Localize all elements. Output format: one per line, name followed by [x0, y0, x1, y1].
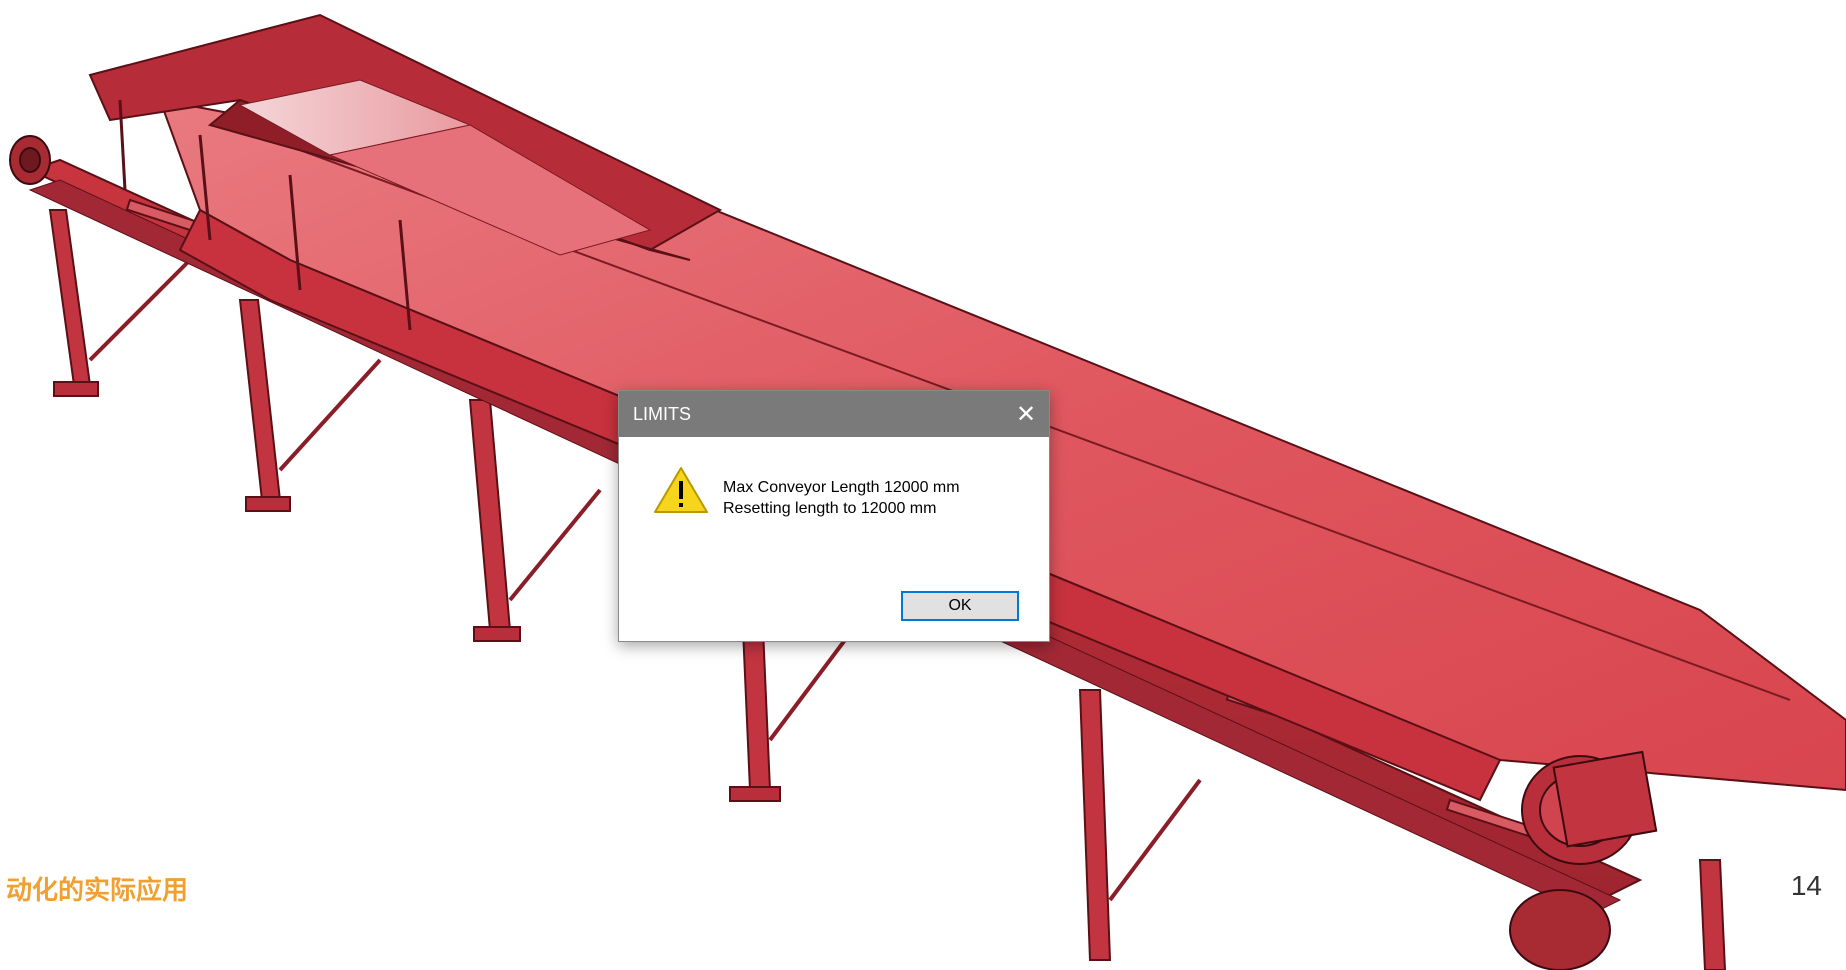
dialog-message: Max Conveyor Length 12000 mm Resetting l…: [723, 477, 960, 519]
dialog-body: Max Conveyor Length 12000 mm Resetting l…: [619, 437, 1047, 587]
close-icon: ✕: [1015, 400, 1037, 428]
warning-icon: [654, 467, 708, 513]
message-line-1: Max Conveyor Length 12000 mm: [723, 479, 960, 496]
close-button[interactable]: ✕: [1003, 391, 1049, 437]
limits-dialog: LIMITS ✕ Max Conveyor Length 12000 mm Re…: [618, 390, 1050, 642]
tail-pulley: [9, 135, 51, 185]
footer-caption: 动化的实际应用: [6, 876, 189, 906]
page-number: 14: [1790, 870, 1822, 901]
dialog-title: LIMITS: [633, 403, 692, 424]
message-line-2: Resetting length to 12000 mm: [723, 500, 937, 517]
dialog-titlebar[interactable]: LIMITS ✕: [619, 391, 1049, 437]
ok-button[interactable]: OK: [901, 591, 1019, 621]
